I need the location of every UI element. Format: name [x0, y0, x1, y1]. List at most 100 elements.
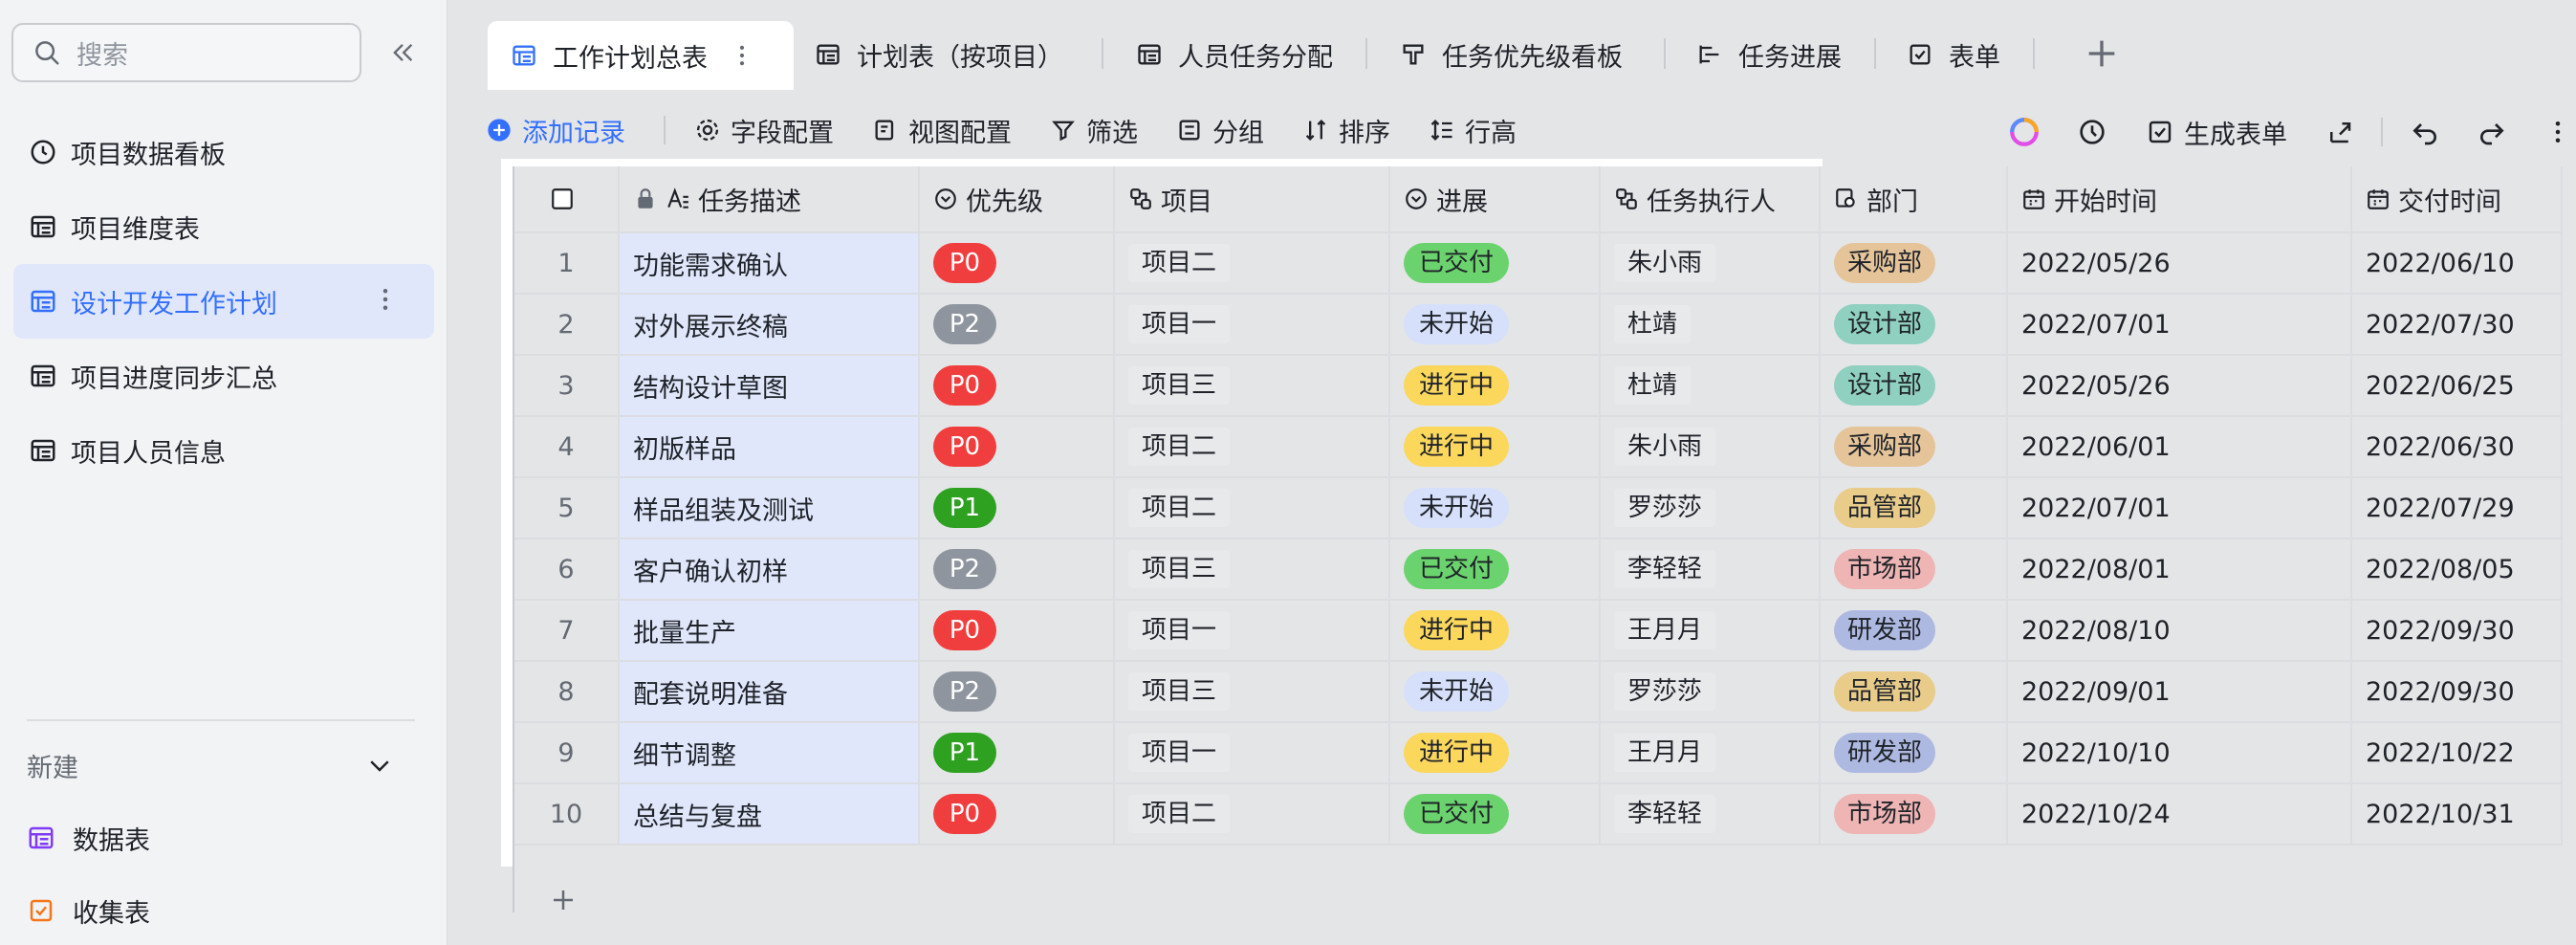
priority-cell[interactable]: P2 — [920, 295, 1115, 356]
due-date-cell[interactable]: 2022/09/30 — [2352, 662, 2563, 723]
sidebar-item-dev-plan[interactable]: 设计开发工作计划 — [13, 264, 434, 339]
add-record-button[interactable]: 添加记录 — [486, 112, 625, 149]
task-desc-cell[interactable]: 批量生产 — [620, 601, 920, 662]
table-row[interactable]: 1 功能需求确认 P0 项目二 已交付 朱小雨 采购部 2022/05/26 2022/06/1… — [514, 233, 2563, 295]
new-section-toggle[interactable]: 新建 — [27, 744, 394, 786]
dept-cell[interactable]: 品管部 — [1821, 478, 2008, 539]
priority-cell[interactable]: P1 — [920, 723, 1115, 784]
priority-cell[interactable]: P0 — [920, 356, 1115, 417]
new-form-button[interactable]: 收集表 — [27, 888, 150, 934]
due-date-cell[interactable]: 2022/07/29 — [2352, 478, 2563, 539]
more-vertical-icon[interactable] — [371, 285, 400, 314]
redo-icon[interactable] — [2477, 117, 2507, 147]
table-row[interactable]: 8 配套说明准备 P2 项目三 未开始 罗莎莎 品管部 2022/09/01 2022/09/3… — [514, 662, 2563, 723]
tab-work-plan[interactable]: 工作计划总表 — [488, 21, 794, 90]
undo-icon[interactable] — [2410, 117, 2440, 147]
owner-cell[interactable]: 朱小雨 — [1601, 417, 1821, 478]
project-cell[interactable]: 项目二 — [1115, 784, 1390, 846]
sort-button[interactable]: 排序 — [1302, 112, 1390, 149]
status-cell[interactable]: 进行中 — [1390, 723, 1601, 784]
column-header-desc[interactable]: 任务描述 — [620, 166, 920, 233]
project-cell[interactable]: 项目三 — [1115, 662, 1390, 723]
task-desc-cell[interactable]: 细节调整 — [620, 723, 920, 784]
owner-cell[interactable]: 罗莎莎 — [1601, 662, 1821, 723]
priority-cell[interactable]: P2 — [920, 662, 1115, 723]
start-date-cell[interactable]: 2022/07/01 — [2008, 295, 2352, 356]
more-vertical-icon[interactable] — [729, 42, 755, 69]
project-cell[interactable]: 项目二 — [1115, 417, 1390, 478]
project-cell[interactable]: 项目二 — [1115, 478, 1390, 539]
table-row[interactable]: 9 细节调整 P1 项目一 进行中 王月月 研发部 2022/10/10 2022/10/22 — [514, 723, 2563, 784]
dept-cell[interactable]: 采购部 — [1821, 233, 2008, 295]
history-icon[interactable] — [2077, 117, 2107, 147]
priority-cell[interactable]: P1 — [920, 478, 1115, 539]
owner-cell[interactable]: 朱小雨 — [1601, 233, 1821, 295]
table-row[interactable]: 4 初版样品 P0 项目二 进行中 朱小雨 采购部 2022/06/01 2022/06/30 — [514, 417, 2563, 478]
owner-cell[interactable]: 王月月 — [1601, 601, 1821, 662]
search-input[interactable]: 搜索 — [11, 23, 361, 82]
column-header-owner[interactable]: 任务执行人 — [1601, 166, 1821, 233]
start-date-cell[interactable]: 2022/07/01 — [2008, 478, 2352, 539]
dept-cell[interactable]: 设计部 — [1821, 356, 2008, 417]
start-date-cell[interactable]: 2022/05/26 — [2008, 356, 2352, 417]
due-date-cell[interactable]: 2022/06/25 — [2352, 356, 2563, 417]
table-row[interactable]: 5 样品组装及测试 P1 项目二 未开始 罗莎莎 品管部 2022/07/01 2022/07/… — [514, 478, 2563, 539]
due-date-cell[interactable]: 2022/08/05 — [2352, 539, 2563, 601]
tab-progress[interactable]: 任务进展 — [1696, 21, 1842, 88]
column-header-priority[interactable]: 优先级 — [920, 166, 1115, 233]
new-data-table-button[interactable]: 数据表 — [27, 815, 150, 861]
task-desc-cell[interactable]: 对外展示终稿 — [620, 295, 920, 356]
task-desc-cell[interactable]: 结构设计草图 — [620, 356, 920, 417]
status-cell[interactable]: 进行中 — [1390, 356, 1601, 417]
project-cell[interactable]: 项目一 — [1115, 601, 1390, 662]
tab-priority-board[interactable]: 任务优先级看板 — [1400, 21, 1623, 88]
tab-plan-by-project[interactable]: 计划表（按项目） — [815, 21, 1063, 88]
filter-button[interactable]: 筛选 — [1050, 112, 1138, 149]
task-desc-cell[interactable]: 客户确认初样 — [620, 539, 920, 601]
sidebar-item-people[interactable]: 项目人员信息 — [13, 413, 434, 488]
column-header-dept[interactable]: 部门 — [1821, 166, 2008, 233]
status-cell[interactable]: 进行中 — [1390, 417, 1601, 478]
ai-assistant-icon[interactable] — [2008, 116, 2041, 148]
dept-cell[interactable]: 研发部 — [1821, 601, 2008, 662]
generate-form-button[interactable]: 生成表单 — [2146, 114, 2287, 151]
priority-cell[interactable]: P0 — [920, 233, 1115, 295]
field-config-button[interactable]: 字段配置 — [694, 112, 834, 149]
dept-cell[interactable]: 市场部 — [1821, 539, 2008, 601]
more-vertical-icon[interactable] — [2543, 118, 2572, 146]
column-header-due[interactable]: 交付时间 — [2352, 166, 2563, 233]
table-row[interactable]: 10 总结与复盘 P0 项目二 已交付 李轻轻 市场部 2022/10/24 2022/10/3… — [514, 784, 2563, 846]
owner-cell[interactable]: 杜靖 — [1601, 295, 1821, 356]
due-date-cell[interactable]: 2022/06/30 — [2352, 417, 2563, 478]
add-row-button[interactable] — [514, 888, 2576, 912]
owner-cell[interactable]: 王月月 — [1601, 723, 1821, 784]
start-date-cell[interactable]: 2022/06/01 — [2008, 417, 2352, 478]
owner-cell[interactable]: 李轻轻 — [1601, 784, 1821, 846]
task-desc-cell[interactable]: 样品组装及测试 — [620, 478, 920, 539]
status-cell[interactable]: 已交付 — [1390, 539, 1601, 601]
start-date-cell[interactable]: 2022/05/26 — [2008, 233, 2352, 295]
start-date-cell[interactable]: 2022/10/24 — [2008, 784, 2352, 846]
sidebar-item-dimension-table[interactable]: 项目维度表 — [13, 189, 434, 264]
add-view-icon[interactable] — [2083, 34, 2121, 73]
collapse-sidebar-button[interactable] — [382, 33, 423, 73]
status-cell[interactable]: 未开始 — [1390, 662, 1601, 723]
project-cell[interactable]: 项目二 — [1115, 233, 1390, 295]
project-cell[interactable]: 项目三 — [1115, 356, 1390, 417]
dept-cell[interactable]: 采购部 — [1821, 417, 2008, 478]
sidebar-item-progress-summary[interactable]: 项目进度同步汇总 — [13, 339, 434, 413]
column-header-start[interactable]: 开始时间 — [2008, 166, 2352, 233]
table-row[interactable]: 2 对外展示终稿 P2 项目一 未开始 杜靖 设计部 2022/07/01 2022/07/30 — [514, 295, 2563, 356]
task-desc-cell[interactable]: 配套说明准备 — [620, 662, 920, 723]
dept-cell[interactable]: 品管部 — [1821, 662, 2008, 723]
task-desc-cell[interactable]: 总结与复盘 — [620, 784, 920, 846]
task-desc-cell[interactable]: 初版样品 — [620, 417, 920, 478]
project-cell[interactable]: 项目三 — [1115, 539, 1390, 601]
column-header-status[interactable]: 进展 — [1390, 166, 1601, 233]
tab-form[interactable]: 表单 — [1907, 21, 2000, 88]
sidebar-item-dashboard[interactable]: 项目数据看板 — [13, 115, 434, 189]
dept-cell[interactable]: 设计部 — [1821, 295, 2008, 356]
owner-cell[interactable]: 李轻轻 — [1601, 539, 1821, 601]
priority-cell[interactable]: P2 — [920, 539, 1115, 601]
group-button[interactable]: 分组 — [1176, 112, 1264, 149]
